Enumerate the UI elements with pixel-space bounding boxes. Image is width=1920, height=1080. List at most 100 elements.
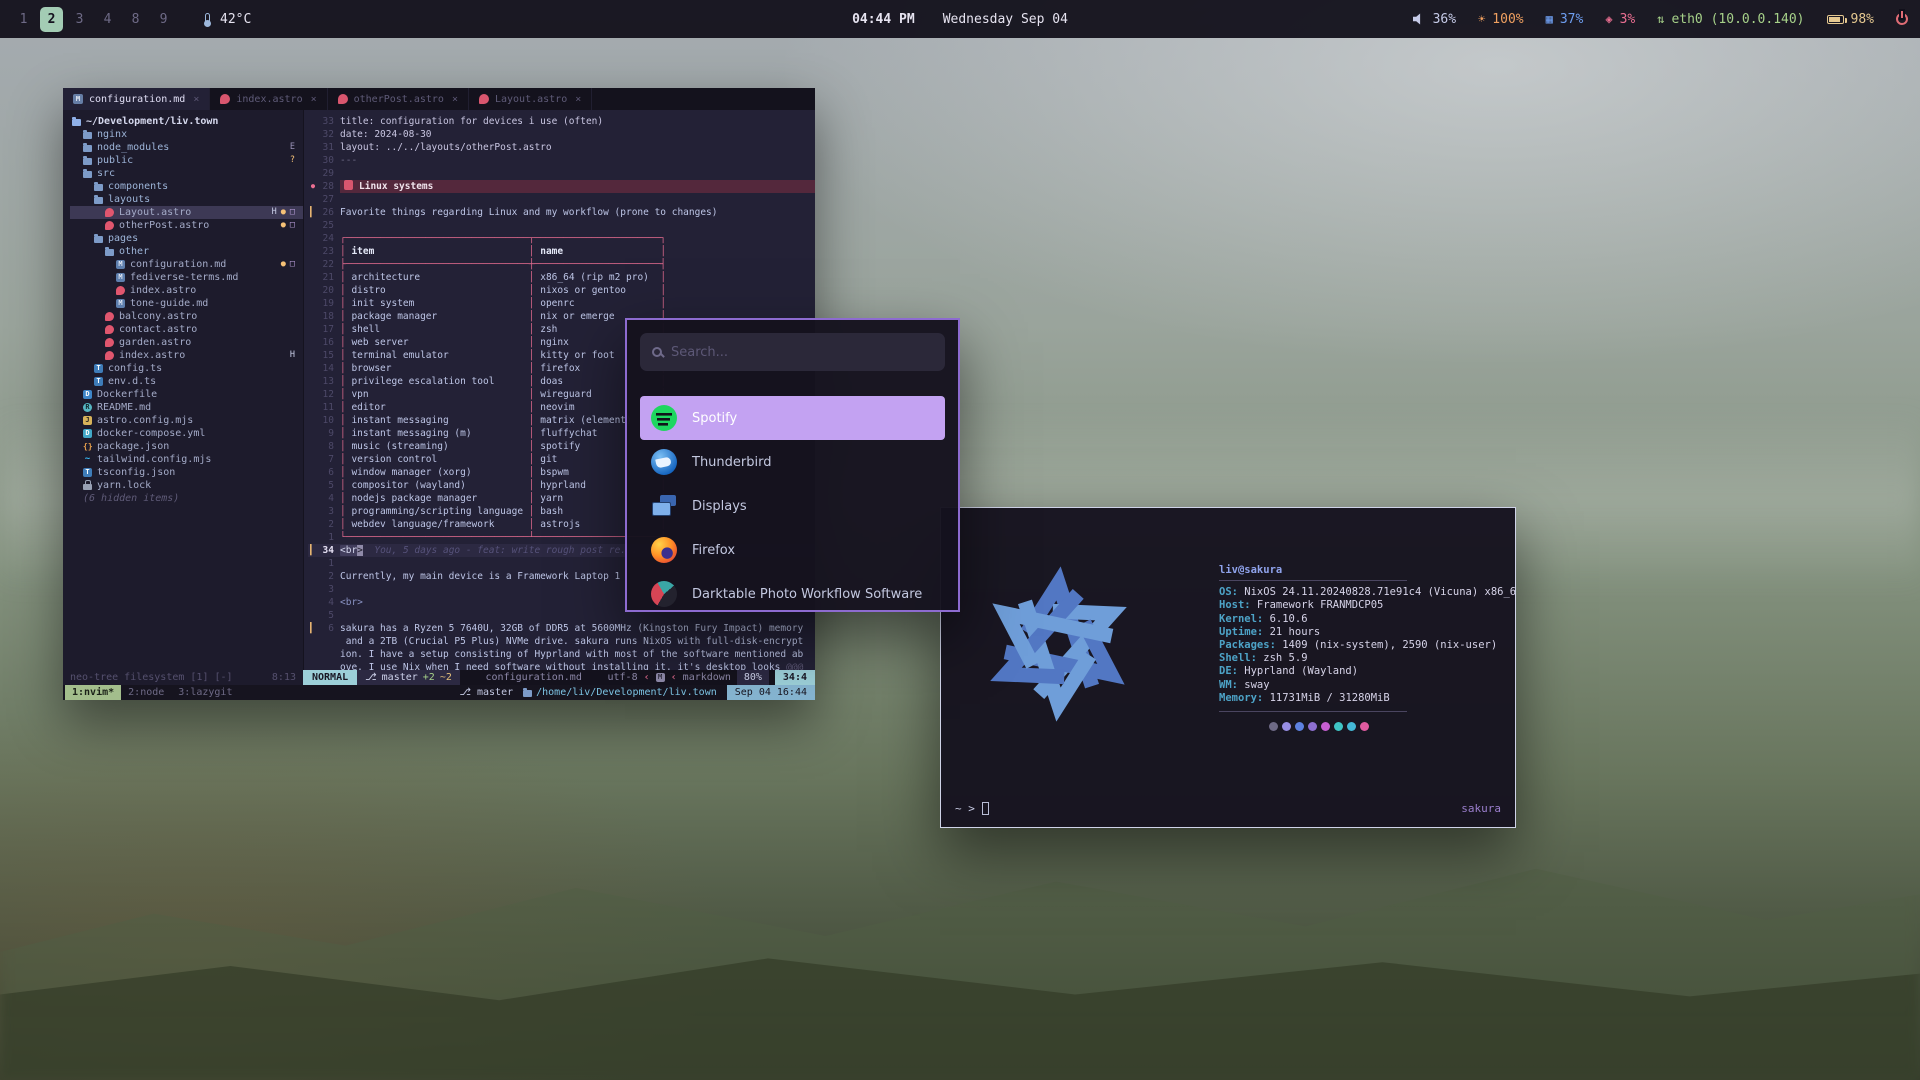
tab-otherPost.astro[interactable]: otherPost.astro× [328,88,469,110]
tree-item-garden.astro[interactable]: garden.astro [70,336,303,349]
tab-Layout.astro[interactable]: Layout.astro× [469,88,592,110]
tree-item-configuration.md[interactable]: Mconfiguration.md●□ [70,258,303,271]
tree-item-index.astro[interactable]: index.astro [70,284,303,297]
search-input[interactable] [671,345,933,360]
tree-item-tone-guide.md[interactable]: Mtone-guide.md [70,297,303,310]
tree-item-yarn.lock[interactable]: yarn.lock [70,479,303,492]
tree-item-balcony.astro[interactable]: balcony.astro [70,310,303,323]
tmux-window-3:lazygit[interactable]: 3:lazygit [171,685,239,700]
tree-item-node_modules[interactable]: node_modulesE [70,141,303,154]
tree-item-otherPost.astro[interactable]: otherPost.astro●□ [70,219,303,232]
launcher-entry-Firefox[interactable]: Firefox [640,528,945,572]
firefox-icon [651,537,677,563]
filetype-label: markdown [683,670,731,685]
status-modules: 36% ☀100% ▦37% ◈3% ⇅eth0 (10.0.0.140) 98% [1413,12,1908,27]
clock-time: 04:44 PM [852,12,915,27]
launcher-entry-Spotify[interactable]: Spotify [640,396,945,440]
tab-index.astro[interactable]: index.astro× [210,88,327,110]
palette-dot [1347,722,1356,731]
tree-item-(6 hidden items)[interactable]: (6 hidden items) [70,492,303,505]
editor-line: 27 [308,193,815,206]
tree-item-package.json[interactable]: {}package.json [70,440,303,453]
workspace-8[interactable]: 8 [124,7,147,32]
clock[interactable]: 04:44 PM Wednesday Sep 04 [852,12,1068,27]
editor-line: 19│ init system │ openrc │ [308,297,815,310]
brightness-status[interactable]: ☀100% [1478,12,1524,27]
neo-tree-panel: ~/Development/liv.townnginxnode_modulesE… [63,110,303,670]
tree-item-contact.astro[interactable]: contact.astro [70,323,303,336]
tmux-cwd-path: /home/liv/Development/liv.town [536,685,717,700]
app-list: Spotify Thunderbird DisplaysFirefoxDarktab… [640,396,945,612]
fetch-row-Memory: Memory: 11731MiB / 31280MiB [1219,692,1516,705]
readme-icon: R [83,403,92,412]
cpu-status[interactable]: ◈3% [1605,12,1635,27]
astro-icon [116,286,125,295]
workspace-9[interactable]: 9 [152,7,175,32]
tree-item-~/Development/liv.town[interactable]: ~/Development/liv.town [70,115,303,128]
tree-item-fediverse-terms.md[interactable]: Mfediverse-terms.md [70,271,303,284]
launcher-entry-Displays[interactable]: Displays [640,484,945,528]
search-box[interactable] [640,333,945,371]
tmux-window-2:node[interactable]: 2:node [121,685,171,700]
tree-item-tsconfig.json[interactable]: Ttsconfig.json [70,466,303,479]
tmux-git-branch: master [477,687,513,698]
tmux-git-segment: ⎇ master [459,685,513,700]
tree-item-layouts[interactable]: layouts [70,193,303,206]
tree-label: Dockerfile [97,388,157,401]
workspace-1[interactable]: 1 [12,7,35,32]
launcher-entry-Thunderbird[interactable]: Thunderbird [640,440,945,484]
tree-item-env.d.ts[interactable]: Tenv.d.ts [70,375,303,388]
volume-icon [1413,13,1426,26]
tab-configuration.md[interactable]: Mconfiguration.md× [63,88,210,110]
shell-prompt[interactable]: ~ > [955,802,989,815]
md-icon: M [116,299,125,308]
nixos-logo [951,524,1166,767]
tree-item-index.astro[interactable]: index.astroH [70,349,303,362]
tree-item-public[interactable]: public? [70,154,303,167]
md-file-icon: M [73,94,83,104]
tree-item-Layout.astro[interactable]: Layout.astroH●□ [70,206,303,219]
editor-line: 22├────────────────────────────────┼────… [308,258,815,271]
tree-item-docker-compose.yml[interactable]: Ddocker-compose.yml [70,427,303,440]
tmux-windows: 1:nvim*2:node3:lazygit [65,685,239,700]
editor-line: ▎26Favorite things regarding Linux and m… [308,206,815,219]
tree-item-components[interactable]: components [70,180,303,193]
temperature-widget[interactable]: 42°C [205,12,251,27]
close-icon[interactable]: × [452,94,458,105]
launcher-entry-Darktable Photo Workflow Software[interactable]: Darktable Photo Workflow Software [640,572,945,612]
close-icon[interactable]: × [311,94,317,105]
tree-label: config.ts [108,362,162,375]
tree-label: package.json [97,440,169,453]
tree-item-Dockerfile[interactable]: DDockerfile [70,388,303,401]
separator-chevron-icon: ‹ [671,670,677,685]
buffer-tabs: Mconfiguration.md×index.astro×otherPost.… [63,88,815,110]
tree-item-src[interactable]: src [70,167,303,180]
network-status[interactable]: ⇅eth0 (10.0.0.140) [1657,12,1804,27]
git-badge: ● [281,206,286,219]
tree-item-tailwind.config.mjs[interactable]: ~tailwind.config.mjs [70,453,303,466]
workspace-2[interactable]: 2 [40,7,63,32]
tree-item-nginx[interactable]: nginx [70,128,303,141]
power-status[interactable] [1896,13,1908,25]
close-icon[interactable]: × [575,94,581,105]
tree-item-other[interactable]: other [70,245,303,258]
battery-status[interactable]: 98% [1827,12,1874,27]
tree-label: src [97,167,115,180]
tree-item-pages[interactable]: pages [70,232,303,245]
memory-status[interactable]: ▦37% [1546,12,1584,27]
tree-item-README.md[interactable]: RREADME.md [70,401,303,414]
volume-status[interactable]: 36% [1413,12,1456,27]
tmux-window-1:nvim*[interactable]: 1:nvim* [65,685,121,700]
workspace-4[interactable]: 4 [96,7,119,32]
editor-line: ove. I use Nix when I need software with… [308,661,815,670]
tree-item-astro.config.mjs[interactable]: Jastro.config.mjs [70,414,303,427]
git-badge: ● [281,258,286,271]
editor-line: 25 [308,219,815,232]
workspace-3[interactable]: 3 [68,7,91,32]
close-icon[interactable]: × [193,94,199,105]
entry-label: Thunderbird [692,455,772,470]
tree-item-config.ts[interactable]: Tconfig.ts [70,362,303,375]
cpu-icon: ◈ [1605,13,1612,25]
neo-tree-status-label: neo-tree filesystem [1] [-] [70,670,233,685]
editor-line: and a 2TB (Crucial P5 Plus) NVMe drive. … [308,635,815,648]
